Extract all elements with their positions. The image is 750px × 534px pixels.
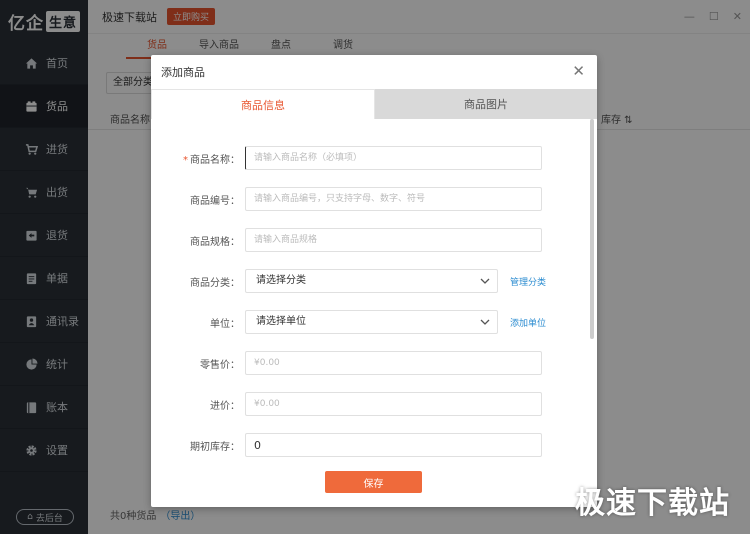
dialog-form: *商品名称： 商品编号： 商品规格： 商品分类： 请选择分类 管理分类 单位： … — [151, 119, 597, 507]
field-label: 商品分类： — [190, 278, 240, 289]
chevron-down-icon — [480, 319, 490, 325]
goods-code-input[interactable] — [245, 187, 542, 211]
initial-stock-input[interactable] — [245, 433, 542, 457]
field-label: 商品编号： — [190, 196, 240, 207]
form-row-name: * 商品名称： — [151, 146, 597, 170]
dialog-scrollbar[interactable] — [590, 119, 594, 339]
form-row-purchase-price: 进价： — [151, 392, 597, 416]
goods-name-input[interactable] — [245, 146, 542, 170]
form-row-unit: 单位： 请选择单位 添加单位 — [151, 310, 597, 334]
field-label: 商品规格： — [190, 237, 240, 248]
field-label: * 商品名称： — [183, 151, 240, 166]
form-row-category: 商品分类： 请选择分类 管理分类 — [151, 269, 597, 293]
unit-dropdown[interactable]: 请选择单位 — [245, 310, 498, 334]
add-unit-link[interactable]: 添加单位 — [510, 316, 546, 329]
purchase-price-input[interactable] — [245, 392, 542, 416]
field-label: 进价： — [210, 401, 240, 412]
field-label: 期初库存： — [190, 442, 240, 453]
manage-category-link[interactable]: 管理分类 — [510, 275, 546, 288]
form-row-code: 商品编号： — [151, 187, 597, 211]
goods-spec-input[interactable] — [245, 228, 542, 252]
dialog-title: 添加商品 — [161, 66, 205, 79]
form-row-initial-stock: 期初库存： — [151, 433, 597, 457]
retail-price-input[interactable] — [245, 351, 542, 375]
category-dropdown-value: 请选择分类 — [256, 275, 306, 286]
field-label: 零售价： — [200, 360, 240, 371]
watermark: 极速下载站 — [575, 486, 730, 521]
chevron-down-icon — [480, 278, 490, 284]
field-label: 单位： — [210, 319, 240, 330]
required-mark: * — [183, 155, 188, 166]
form-row-retail-price: 零售价： — [151, 351, 597, 375]
category-dropdown[interactable]: 请选择分类 — [245, 269, 498, 293]
save-button[interactable]: 保存 — [325, 471, 422, 493]
dialog-close-icon[interactable]: ✕ — [572, 64, 585, 79]
dialog-tabs: 商品信息 商品图片 — [151, 89, 597, 119]
dialog-header: 添加商品 — [151, 55, 597, 89]
add-goods-dialog: 添加商品 ✕ 商品信息 商品图片 *商品名称： 商品编号： 商品规格： 商品分类… — [151, 55, 597, 507]
field-label-text: 商品名称： — [190, 155, 240, 166]
tab-goods-info[interactable]: 商品信息 — [151, 89, 375, 119]
tab-goods-images[interactable]: 商品图片 — [375, 89, 597, 119]
unit-dropdown-value: 请选择单位 — [256, 316, 306, 327]
form-row-spec: 商品规格： — [151, 228, 597, 252]
